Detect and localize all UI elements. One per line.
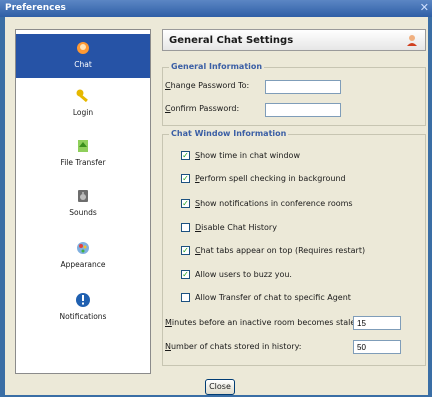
appearance-icon xyxy=(75,240,91,256)
key-icon xyxy=(75,88,91,104)
window-title: Preferences xyxy=(5,3,66,13)
sidebar-item-label: Notifications xyxy=(59,312,107,321)
stale-minutes-label: Minutes before an inactive room becomes … xyxy=(165,318,358,327)
confirm-password-row: Confirm Password: xyxy=(165,104,239,113)
sidebar: Chat Login File Transfer Sounds Appearan… xyxy=(15,29,151,374)
sidebar-item-notifications[interactable]: Notifications xyxy=(16,286,150,330)
stale-minutes-field[interactable] xyxy=(353,316,401,330)
user-icon xyxy=(405,33,419,50)
sidebar-item-label: Appearance xyxy=(60,260,106,269)
option-label: Show time in chat window xyxy=(195,151,300,160)
option-label: Disable Chat History xyxy=(195,223,277,232)
window-close-button[interactable]: ✕ xyxy=(420,1,429,14)
group-title: General Information xyxy=(169,62,265,71)
confirm-password-field[interactable] xyxy=(265,103,341,117)
panel-header: General Chat Settings xyxy=(162,29,426,51)
confirm-password-label: Confirm Password: xyxy=(165,104,240,113)
group-title: Chat Window Information xyxy=(169,129,289,138)
option-label: Chat tabs appear on top (Requires restar… xyxy=(195,246,366,255)
sidebar-item-label: File Transfer xyxy=(60,158,106,167)
page-title: General Chat Settings xyxy=(169,35,294,46)
title-bar[interactable]: Preferences ✕ xyxy=(0,0,432,17)
option-allow-buzz[interactable]: ✓ Allow users to buzz you. xyxy=(181,270,292,279)
settings-panel: General Chat Settings General Informatio… xyxy=(162,29,426,369)
sidebar-item-appearance[interactable]: Appearance xyxy=(16,234,150,278)
info-icon xyxy=(75,292,91,308)
option-label: Perform spell checking in background xyxy=(195,174,346,183)
sidebar-item-label: Chat xyxy=(74,60,92,69)
close-button[interactable]: Close xyxy=(205,379,235,395)
history-count-row: Number of chats stored in history: xyxy=(165,342,301,351)
checkbox[interactable]: ✓ xyxy=(181,246,190,255)
change-password-label: Change Password To: xyxy=(165,81,250,90)
checkbox[interactable]: ✓ xyxy=(181,199,190,208)
chat-icon xyxy=(75,40,91,56)
change-password-row: Change Password To: xyxy=(165,81,249,90)
preferences-window: Preferences ✕ Chat Login File Transfer S… xyxy=(0,0,432,397)
option-show-time[interactable]: ✓ Show time in chat window xyxy=(181,151,300,160)
sidebar-item-sounds[interactable]: Sounds xyxy=(16,182,150,226)
checkbox[interactable] xyxy=(181,293,190,302)
speaker-icon xyxy=(75,188,91,204)
sidebar-item-chat[interactable]: Chat xyxy=(16,34,150,78)
sidebar-item-label: Sounds xyxy=(69,208,97,217)
checkbox[interactable] xyxy=(181,223,190,232)
change-password-field[interactable] xyxy=(265,80,341,94)
chat-window-information-group: Chat Window Information ✓ Show time in c… xyxy=(162,129,426,366)
option-label: Allow Transfer of chat to specific Agent xyxy=(195,293,351,302)
file-transfer-icon xyxy=(75,138,91,154)
stale-minutes-row: Minutes before an inactive room becomes … xyxy=(165,318,358,327)
option-conference-notifications[interactable]: ✓ Show notifications in conference rooms xyxy=(181,199,353,208)
history-count-field[interactable] xyxy=(353,340,401,354)
option-label: Allow users to buzz you. xyxy=(195,270,292,279)
option-spell-check[interactable]: ✓ Perform spell checking in background xyxy=(181,174,346,183)
checkbox[interactable]: ✓ xyxy=(181,151,190,160)
history-count-label: Number of chats stored in history: xyxy=(165,342,302,351)
option-allow-transfer[interactable]: Allow Transfer of chat to specific Agent xyxy=(181,293,351,302)
sidebar-item-file-transfer[interactable]: File Transfer xyxy=(16,132,150,176)
general-information-group: General Information Change Password To: … xyxy=(162,62,426,126)
sidebar-item-label: Login xyxy=(72,108,94,117)
checkbox[interactable]: ✓ xyxy=(181,270,190,279)
option-tabs-on-top[interactable]: ✓ Chat tabs appear on top (Requires rest… xyxy=(181,246,365,255)
sidebar-item-login[interactable]: Login xyxy=(16,82,150,126)
option-disable-history[interactable]: Disable Chat History xyxy=(181,223,277,232)
option-label: Show notifications in conference rooms xyxy=(195,199,353,208)
checkbox[interactable]: ✓ xyxy=(181,174,190,183)
